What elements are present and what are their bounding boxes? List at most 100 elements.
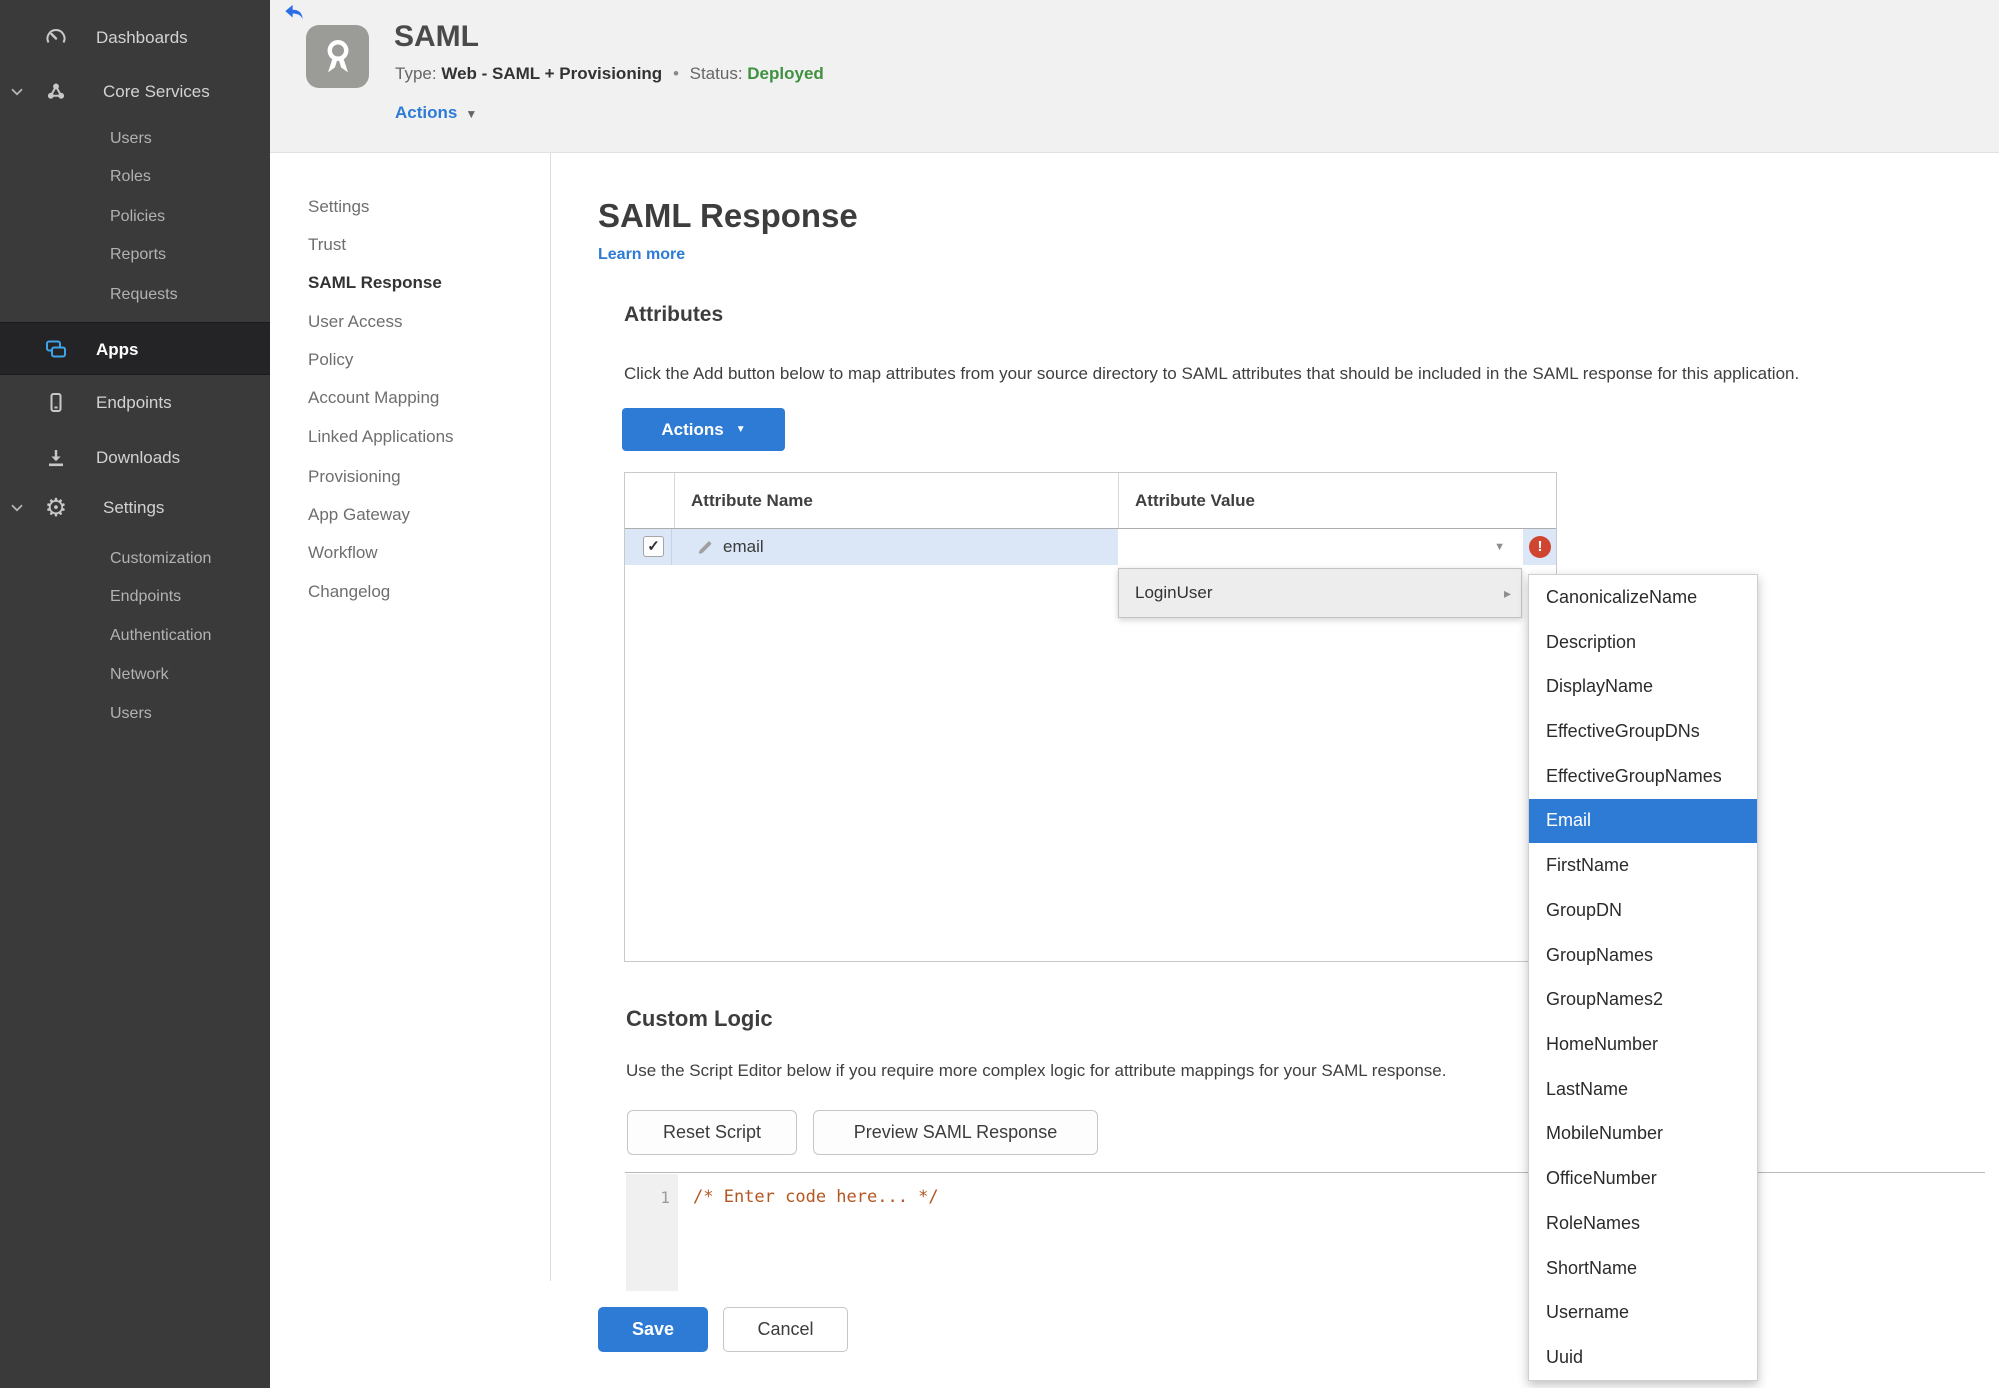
table-row[interactable]: ✓ email ▼ ! <box>625 529 1556 565</box>
sidebar-label: Downloads <box>96 448 181 467</box>
loginuser-submenu: CanonicalizeName Description DisplayName… <box>1528 574 1758 1381</box>
submenu-item[interactable]: Email <box>1529 798 1757 844</box>
sidebar-item-authentication[interactable]: Authentication <box>0 621 270 651</box>
row-checkbox[interactable]: ✓ <box>643 536 664 557</box>
submenu-arrow-icon: ▸ <box>1503 585 1511 601</box>
back-arrow-icon[interactable] <box>283 3 305 23</box>
submenu-item[interactable]: GroupNames2 <box>1529 977 1757 1022</box>
caret-down-icon: ▼ <box>735 424 746 435</box>
tab-account-mapping[interactable]: Account Mapping <box>308 379 508 417</box>
page-title: SAML Response <box>598 197 858 234</box>
submenu-item[interactable]: Username <box>1529 1291 1757 1336</box>
tab-provisioning[interactable]: Provisioning <box>308 458 508 496</box>
submenu-item[interactable]: ShortName <box>1529 1246 1757 1291</box>
app-header: SAML Type: Web - SAML + Provisioning • S… <box>270 0 1999 153</box>
submenu-item[interactable]: RoleNames <box>1529 1201 1757 1246</box>
sidebar-item-roles[interactable]: Roles <box>0 162 270 192</box>
sidebar-item-dashboards[interactable]: Dashboards <box>0 23 270 53</box>
tab-changelog[interactable]: Changelog <box>308 573 508 611</box>
sidebar-label: Settings <box>103 498 165 517</box>
sidebar-item-settings-users[interactable]: Users <box>0 699 270 729</box>
editor-code: /* Enter code here... */ <box>693 1187 939 1207</box>
line-number: 1 <box>660 1188 670 1207</box>
sidebar-item-requests[interactable]: Requests <box>0 280 270 310</box>
sidebar-item-users[interactable]: Users <box>0 124 270 154</box>
submenu-item[interactable]: MobileNumber <box>1529 1112 1757 1157</box>
attributes-description: Click the Add button below to map attrib… <box>624 364 1800 383</box>
device-icon <box>44 391 68 415</box>
actions-button-label: Actions <box>661 419 724 439</box>
save-button[interactable]: Save <box>598 1307 708 1352</box>
submenu-item[interactable]: LastName <box>1529 1067 1757 1112</box>
sidebar-item-customization[interactable]: Customization <box>0 544 270 574</box>
attributes-actions-button[interactable]: Actions ▼ <box>622 408 785 451</box>
attributes-heading: Attributes <box>624 303 724 326</box>
status-label: Status: <box>689 64 743 83</box>
status-badge: Deployed <box>747 64 824 83</box>
tab-app-gateway[interactable]: App Gateway <box>308 496 508 534</box>
column-header-attribute-value: Attribute Value <box>1135 491 1255 510</box>
gear-icon: ⚙ <box>44 494 68 522</box>
menu-item-label: LoginUser <box>1135 583 1213 602</box>
submenu-item[interactable]: GroupNames <box>1529 933 1757 978</box>
cancel-button[interactable]: Cancel <box>723 1307 848 1352</box>
sidebar-item-network[interactable]: Network <box>0 660 270 690</box>
error-icon: ! <box>1529 536 1551 558</box>
sidebar-item-apps-active[interactable]: Apps <box>0 322 270 375</box>
submenu-item[interactable]: EffectiveGroupDNs <box>1529 709 1757 754</box>
submenu-item[interactable]: CanonicalizeName <box>1529 575 1757 620</box>
column-divider <box>1118 473 1119 528</box>
sidebar-label: Users <box>110 705 152 722</box>
attribute-value-dropdown[interactable]: ▼ <box>1118 529 1523 565</box>
sidebar-label: Users <box>110 130 152 147</box>
tab-user-access[interactable]: User Access <box>308 303 508 341</box>
tab-settings[interactable]: Settings <box>308 188 508 226</box>
sidebar-label: Requests <box>110 286 178 303</box>
sidebar-item-core-services[interactable]: Core Services <box>0 77 270 107</box>
tab-workflow[interactable]: Workflow <box>308 534 508 572</box>
submenu-item[interactable]: Uuid <box>1529 1335 1757 1380</box>
sidebar-label: Authentication <box>110 627 212 644</box>
tab-saml-response[interactable]: SAML Response <box>308 264 508 302</box>
submenu-item[interactable]: FirstName <box>1529 843 1757 888</box>
sidebar-item-endpoints[interactable]: Endpoints <box>0 388 270 418</box>
caret-down-icon: ▼ <box>465 107 478 121</box>
primary-sidebar: Dashboards Core Services Users Roles Pol… <box>0 0 270 1388</box>
meta-separator: • <box>672 64 679 83</box>
sidebar-label: Endpoints <box>110 588 182 605</box>
sidebar-label: Network <box>110 666 169 683</box>
app-meta: Type: Web - SAML + Provisioning • Status… <box>395 64 824 84</box>
submenu-item[interactable]: Description <box>1529 620 1757 665</box>
chevron-down-icon <box>8 83 26 101</box>
nav-divider <box>550 153 551 1281</box>
tab-linked-applications[interactable]: Linked Applications <box>308 418 508 456</box>
edit-pencil-icon[interactable] <box>696 538 714 556</box>
sidebar-item-downloads[interactable]: Downloads <box>0 443 270 473</box>
sidebar-item-policies[interactable]: Policies <box>0 202 270 232</box>
app-title: SAML <box>394 20 479 53</box>
submenu-item[interactable]: EffectiveGroupNames <box>1529 754 1757 799</box>
submenu-item[interactable]: GroupDN <box>1529 888 1757 933</box>
app-logo <box>306 25 369 88</box>
editor-gutter: 1 <box>626 1174 678 1291</box>
sidebar-label: Core Services <box>103 82 210 101</box>
caret-down-icon: ▼ <box>1494 541 1505 553</box>
sidebar-label: Reports <box>110 246 167 263</box>
preview-saml-response-button[interactable]: Preview SAML Response <box>813 1110 1098 1155</box>
reset-script-button[interactable]: Reset Script <box>627 1110 797 1155</box>
sidebar-item-settings[interactable]: ⚙ Settings <box>0 493 270 523</box>
sidebar-item-reports[interactable]: Reports <box>0 240 270 270</box>
submenu-item[interactable]: OfficeNumber <box>1529 1156 1757 1201</box>
custom-logic-description: Use the Script Editor below if you requi… <box>626 1061 1447 1080</box>
tab-policy[interactable]: Policy <box>308 341 508 379</box>
header-actions-menu[interactable]: Actions ▼ <box>395 103 477 123</box>
submenu-item[interactable]: HomeNumber <box>1529 1022 1757 1067</box>
sidebar-label: Dashboards <box>96 28 188 47</box>
tab-trust[interactable]: Trust <box>308 226 508 264</box>
learn-more-link[interactable]: Learn more <box>598 246 685 264</box>
submenu-item[interactable]: DisplayName <box>1529 664 1757 709</box>
download-icon <box>44 446 68 470</box>
script-editor[interactable]: 1 /* Enter code here... */ <box>625 1172 1985 1291</box>
attribute-name-cell: email <box>723 537 764 556</box>
sidebar-item-settings-endpoints[interactable]: Endpoints <box>0 582 270 612</box>
